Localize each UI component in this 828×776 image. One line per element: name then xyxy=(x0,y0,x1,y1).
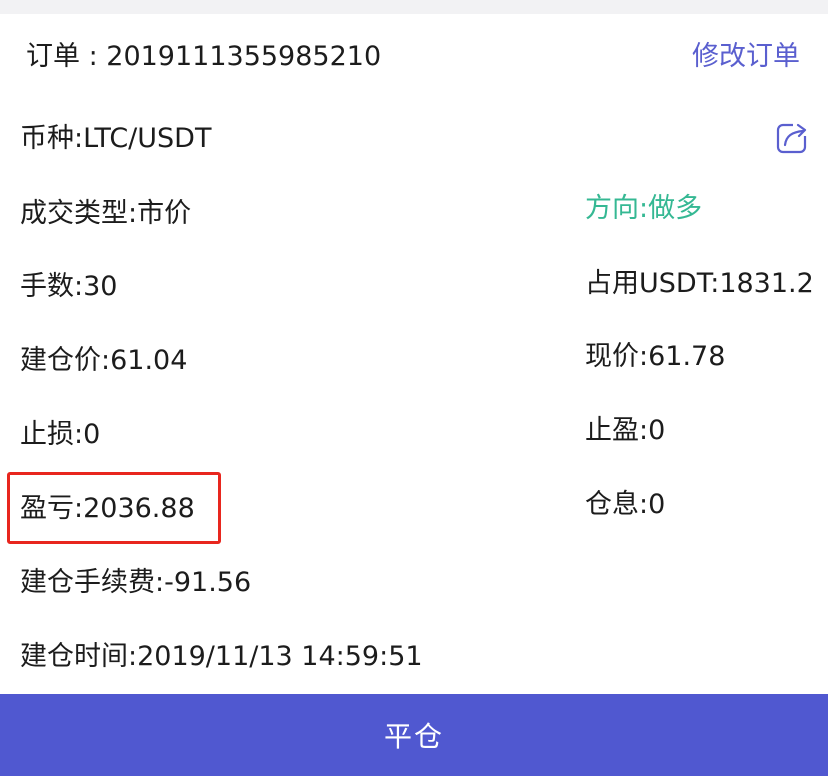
open-time: 建仓时间:2019/11/13 14:59:51 xyxy=(20,641,423,672)
profit-loss: 盈亏:2036.88 xyxy=(20,493,195,524)
share-icon[interactable] xyxy=(776,121,809,154)
order-detail-screen: 订单 : 2019111355985210 修改订单 币种:LTC/USDT 成… xyxy=(0,0,828,776)
open-fee: 建仓手续费:-91.56 xyxy=(20,567,252,598)
edit-order-link[interactable]: 修改订单 xyxy=(692,40,800,74)
top-strip xyxy=(0,0,828,14)
direction: 方向:做多 xyxy=(585,193,703,224)
order-number-row: 订单 : 2019111355985210 xyxy=(26,40,381,74)
lots: 手数:30 xyxy=(20,271,118,302)
close-position-button[interactable]: 平仓 xyxy=(0,694,828,776)
order-label: 订单 : xyxy=(26,41,107,72)
occupied-usdt: 占用USDT:1831.2 xyxy=(585,268,814,299)
current-price: 现价:61.78 xyxy=(585,341,726,372)
close-position-label: 平仓 xyxy=(383,720,444,753)
order-number: 2019111355985210 xyxy=(106,41,382,72)
stop-loss: 止损:0 xyxy=(20,419,101,450)
trade-type: 成交类型:市价 xyxy=(20,198,192,229)
open-price: 建仓价:61.04 xyxy=(20,345,188,376)
coin-pair: 币种:LTC/USDT xyxy=(20,123,212,154)
swap-interest: 仓息:0 xyxy=(585,489,666,520)
take-profit: 止盈:0 xyxy=(585,415,666,446)
